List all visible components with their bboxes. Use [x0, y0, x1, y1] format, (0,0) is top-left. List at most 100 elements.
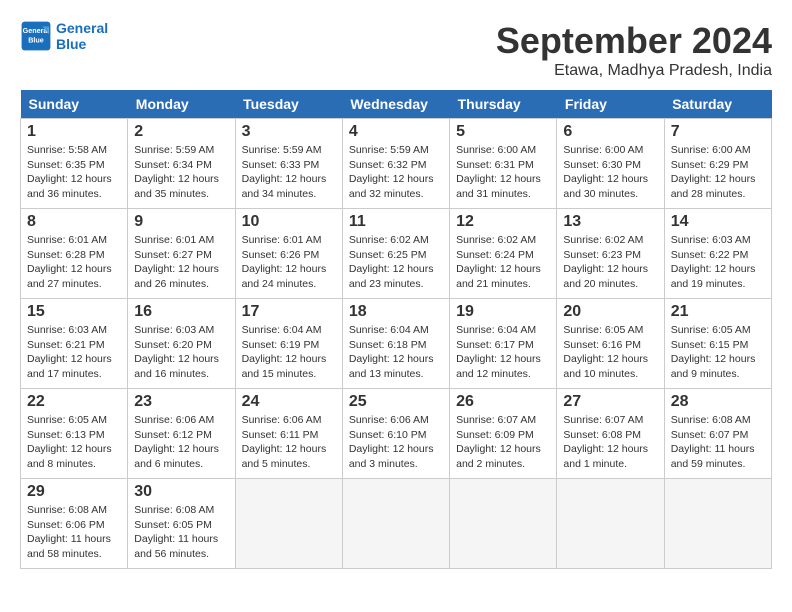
- day-number: 29: [27, 483, 121, 501]
- calendar-cell: 20 Sunrise: 6:05 AM Sunset: 6:16 PM Dayli…: [557, 299, 664, 389]
- day-number: 27: [563, 393, 657, 411]
- calendar-week-5: 29 Sunrise: 6:08 AM Sunset: 6:06 PM Dayli…: [21, 479, 772, 569]
- day-info: Sunrise: 6:00 AM Sunset: 6:30 PM Dayligh…: [563, 143, 657, 202]
- day-info: Sunrise: 6:00 AM Sunset: 6:31 PM Dayligh…: [456, 143, 550, 202]
- day-number: 6: [563, 123, 657, 141]
- day-info: Sunrise: 6:06 AM Sunset: 6:10 PM Dayligh…: [349, 413, 443, 472]
- day-number: 30: [134, 483, 228, 501]
- day-number: 18: [349, 303, 443, 321]
- calendar-header-row: SundayMondayTuesdayWednesdayThursdayFrid…: [21, 90, 772, 119]
- day-info: Sunrise: 6:05 AM Sunset: 6:15 PM Dayligh…: [671, 323, 765, 382]
- calendar-cell: [235, 479, 342, 569]
- day-number: 25: [349, 393, 443, 411]
- weekday-header-sunday: Sunday: [21, 90, 128, 119]
- calendar-cell: 11 Sunrise: 6:02 AM Sunset: 6:25 PM Dayli…: [342, 209, 449, 299]
- day-number: 5: [456, 123, 550, 141]
- day-number: 19: [456, 303, 550, 321]
- calendar-cell: 6 Sunrise: 6:00 AM Sunset: 6:30 PM Daylig…: [557, 119, 664, 209]
- calendar-cell: 10Sunrise: 6:01 AM Sunset: 6:26 PM Dayli…: [235, 209, 342, 299]
- calendar-cell: 23 Sunrise: 6:06 AM Sunset: 6:12 PM Dayli…: [128, 389, 235, 479]
- day-info: Sunrise: 6:01 AM Sunset: 6:27 PM Dayligh…: [134, 233, 228, 292]
- calendar-cell: [557, 479, 664, 569]
- calendar-cell: 1 Sunrise: 5:58 AM Sunset: 6:35 PM Daylig…: [21, 119, 128, 209]
- calendar-cell: 16 Sunrise: 6:03 AM Sunset: 6:20 PM Dayli…: [128, 299, 235, 389]
- calendar-cell: 24Sunrise: 6:06 AM Sunset: 6:11 PM Dayli…: [235, 389, 342, 479]
- calendar-cell: 2 Sunrise: 5:59 AM Sunset: 6:34 PM Daylig…: [128, 119, 235, 209]
- location-title: Etawa, Madhya Pradesh, India: [496, 62, 772, 80]
- day-info: Sunrise: 6:01 AM Sunset: 6:28 PM Dayligh…: [27, 233, 121, 292]
- weekday-header-friday: Friday: [557, 90, 664, 119]
- day-info: Sunrise: 6:00 AM Sunset: 6:29 PM Dayligh…: [671, 143, 765, 202]
- day-number: 21: [671, 303, 765, 321]
- day-info: Sunrise: 6:04 AM Sunset: 6:18 PM Dayligh…: [349, 323, 443, 382]
- calendar-cell: [450, 479, 557, 569]
- calendar-cell: 22Sunrise: 6:05 AM Sunset: 6:13 PM Dayli…: [21, 389, 128, 479]
- calendar-cell: [342, 479, 449, 569]
- day-number: 9: [134, 213, 228, 231]
- day-number: 28: [671, 393, 765, 411]
- logo-general: General: [56, 20, 108, 36]
- calendar-cell: 9 Sunrise: 6:01 AM Sunset: 6:27 PM Daylig…: [128, 209, 235, 299]
- day-number: 3: [242, 123, 336, 141]
- day-number: 14: [671, 213, 765, 231]
- day-number: 26: [456, 393, 550, 411]
- day-info: Sunrise: 6:03 AM Sunset: 6:22 PM Dayligh…: [671, 233, 765, 292]
- logo-blue: Blue: [56, 36, 108, 52]
- calendar-cell: 12 Sunrise: 6:02 AM Sunset: 6:24 PM Dayli…: [450, 209, 557, 299]
- day-info: Sunrise: 6:08 AM Sunset: 6:07 PM Dayligh…: [671, 413, 765, 472]
- month-title: September 2024: [496, 20, 772, 62]
- day-number: 15: [27, 303, 121, 321]
- page-header: General Blue General Blue September 2024…: [20, 20, 772, 80]
- weekday-header-thursday: Thursday: [450, 90, 557, 119]
- calendar-cell: 21 Sunrise: 6:05 AM Sunset: 6:15 PM Dayli…: [664, 299, 771, 389]
- day-info: Sunrise: 6:04 AM Sunset: 6:19 PM Dayligh…: [242, 323, 336, 382]
- day-number: 8: [27, 213, 121, 231]
- calendar-cell: 13 Sunrise: 6:02 AM Sunset: 6:23 PM Dayli…: [557, 209, 664, 299]
- day-number: 4: [349, 123, 443, 141]
- day-info: Sunrise: 6:05 AM Sunset: 6:16 PM Dayligh…: [563, 323, 657, 382]
- svg-text:Blue: Blue: [28, 35, 44, 44]
- title-area: September 2024 Etawa, Madhya Pradesh, In…: [496, 20, 772, 80]
- day-number: 24: [242, 393, 336, 411]
- day-number: 11: [349, 213, 443, 231]
- weekday-header-monday: Monday: [128, 90, 235, 119]
- calendar-cell: 18 Sunrise: 6:04 AM Sunset: 6:18 PM Dayli…: [342, 299, 449, 389]
- day-info: Sunrise: 6:08 AM Sunset: 6:06 PM Dayligh…: [27, 503, 121, 562]
- day-number: 2: [134, 123, 228, 141]
- calendar-week-2: 8 Sunrise: 6:01 AM Sunset: 6:28 PM Daylig…: [21, 209, 772, 299]
- day-info: Sunrise: 6:03 AM Sunset: 6:20 PM Dayligh…: [134, 323, 228, 382]
- calendar-cell: 17 Sunrise: 6:04 AM Sunset: 6:19 PM Dayli…: [235, 299, 342, 389]
- day-info: Sunrise: 5:59 AM Sunset: 6:32 PM Dayligh…: [349, 143, 443, 202]
- day-info: Sunrise: 6:02 AM Sunset: 6:23 PM Dayligh…: [563, 233, 657, 292]
- weekday-header-tuesday: Tuesday: [235, 90, 342, 119]
- day-number: 7: [671, 123, 765, 141]
- calendar-cell: 26Sunrise: 6:07 AM Sunset: 6:09 PM Dayli…: [450, 389, 557, 479]
- day-number: 20: [563, 303, 657, 321]
- calendar-cell: 15 Sunrise: 6:03 AM Sunset: 6:21 PM Dayli…: [21, 299, 128, 389]
- calendar-week-4: 22Sunrise: 6:05 AM Sunset: 6:13 PM Dayli…: [21, 389, 772, 479]
- day-info: Sunrise: 5:59 AM Sunset: 6:33 PM Dayligh…: [242, 143, 336, 202]
- day-number: 22: [27, 393, 121, 411]
- day-info: Sunrise: 6:01 AM Sunset: 6:26 PM Dayligh…: [242, 233, 336, 292]
- day-number: 1: [27, 123, 121, 141]
- calendar-cell: 14 Sunrise: 6:03 AM Sunset: 6:22 PM Dayli…: [664, 209, 771, 299]
- calendar-cell: 30Sunrise: 6:08 AM Sunset: 6:05 PM Dayli…: [128, 479, 235, 569]
- calendar-cell: 27 Sunrise: 6:07 AM Sunset: 6:08 PM Dayli…: [557, 389, 664, 479]
- day-info: Sunrise: 5:59 AM Sunset: 6:34 PM Dayligh…: [134, 143, 228, 202]
- day-info: Sunrise: 6:03 AM Sunset: 6:21 PM Dayligh…: [27, 323, 121, 382]
- calendar-cell: 8 Sunrise: 6:01 AM Sunset: 6:28 PM Daylig…: [21, 209, 128, 299]
- logo-icon: General Blue: [20, 20, 52, 52]
- day-number: 16: [134, 303, 228, 321]
- day-info: Sunrise: 6:02 AM Sunset: 6:24 PM Dayligh…: [456, 233, 550, 292]
- day-info: Sunrise: 6:02 AM Sunset: 6:25 PM Dayligh…: [349, 233, 443, 292]
- calendar-cell: 5 Sunrise: 6:00 AM Sunset: 6:31 PM Daylig…: [450, 119, 557, 209]
- day-number: 23: [134, 393, 228, 411]
- day-info: Sunrise: 6:06 AM Sunset: 6:12 PM Dayligh…: [134, 413, 228, 472]
- calendar-cell: 4 Sunrise: 5:59 AM Sunset: 6:32 PM Daylig…: [342, 119, 449, 209]
- calendar-cell: 28 Sunrise: 6:08 AM Sunset: 6:07 PM Dayli…: [664, 389, 771, 479]
- day-info: Sunrise: 6:07 AM Sunset: 6:08 PM Dayligh…: [563, 413, 657, 472]
- day-number: 13: [563, 213, 657, 231]
- day-info: Sunrise: 5:58 AM Sunset: 6:35 PM Dayligh…: [27, 143, 121, 202]
- day-number: 12: [456, 213, 550, 231]
- day-number: 17: [242, 303, 336, 321]
